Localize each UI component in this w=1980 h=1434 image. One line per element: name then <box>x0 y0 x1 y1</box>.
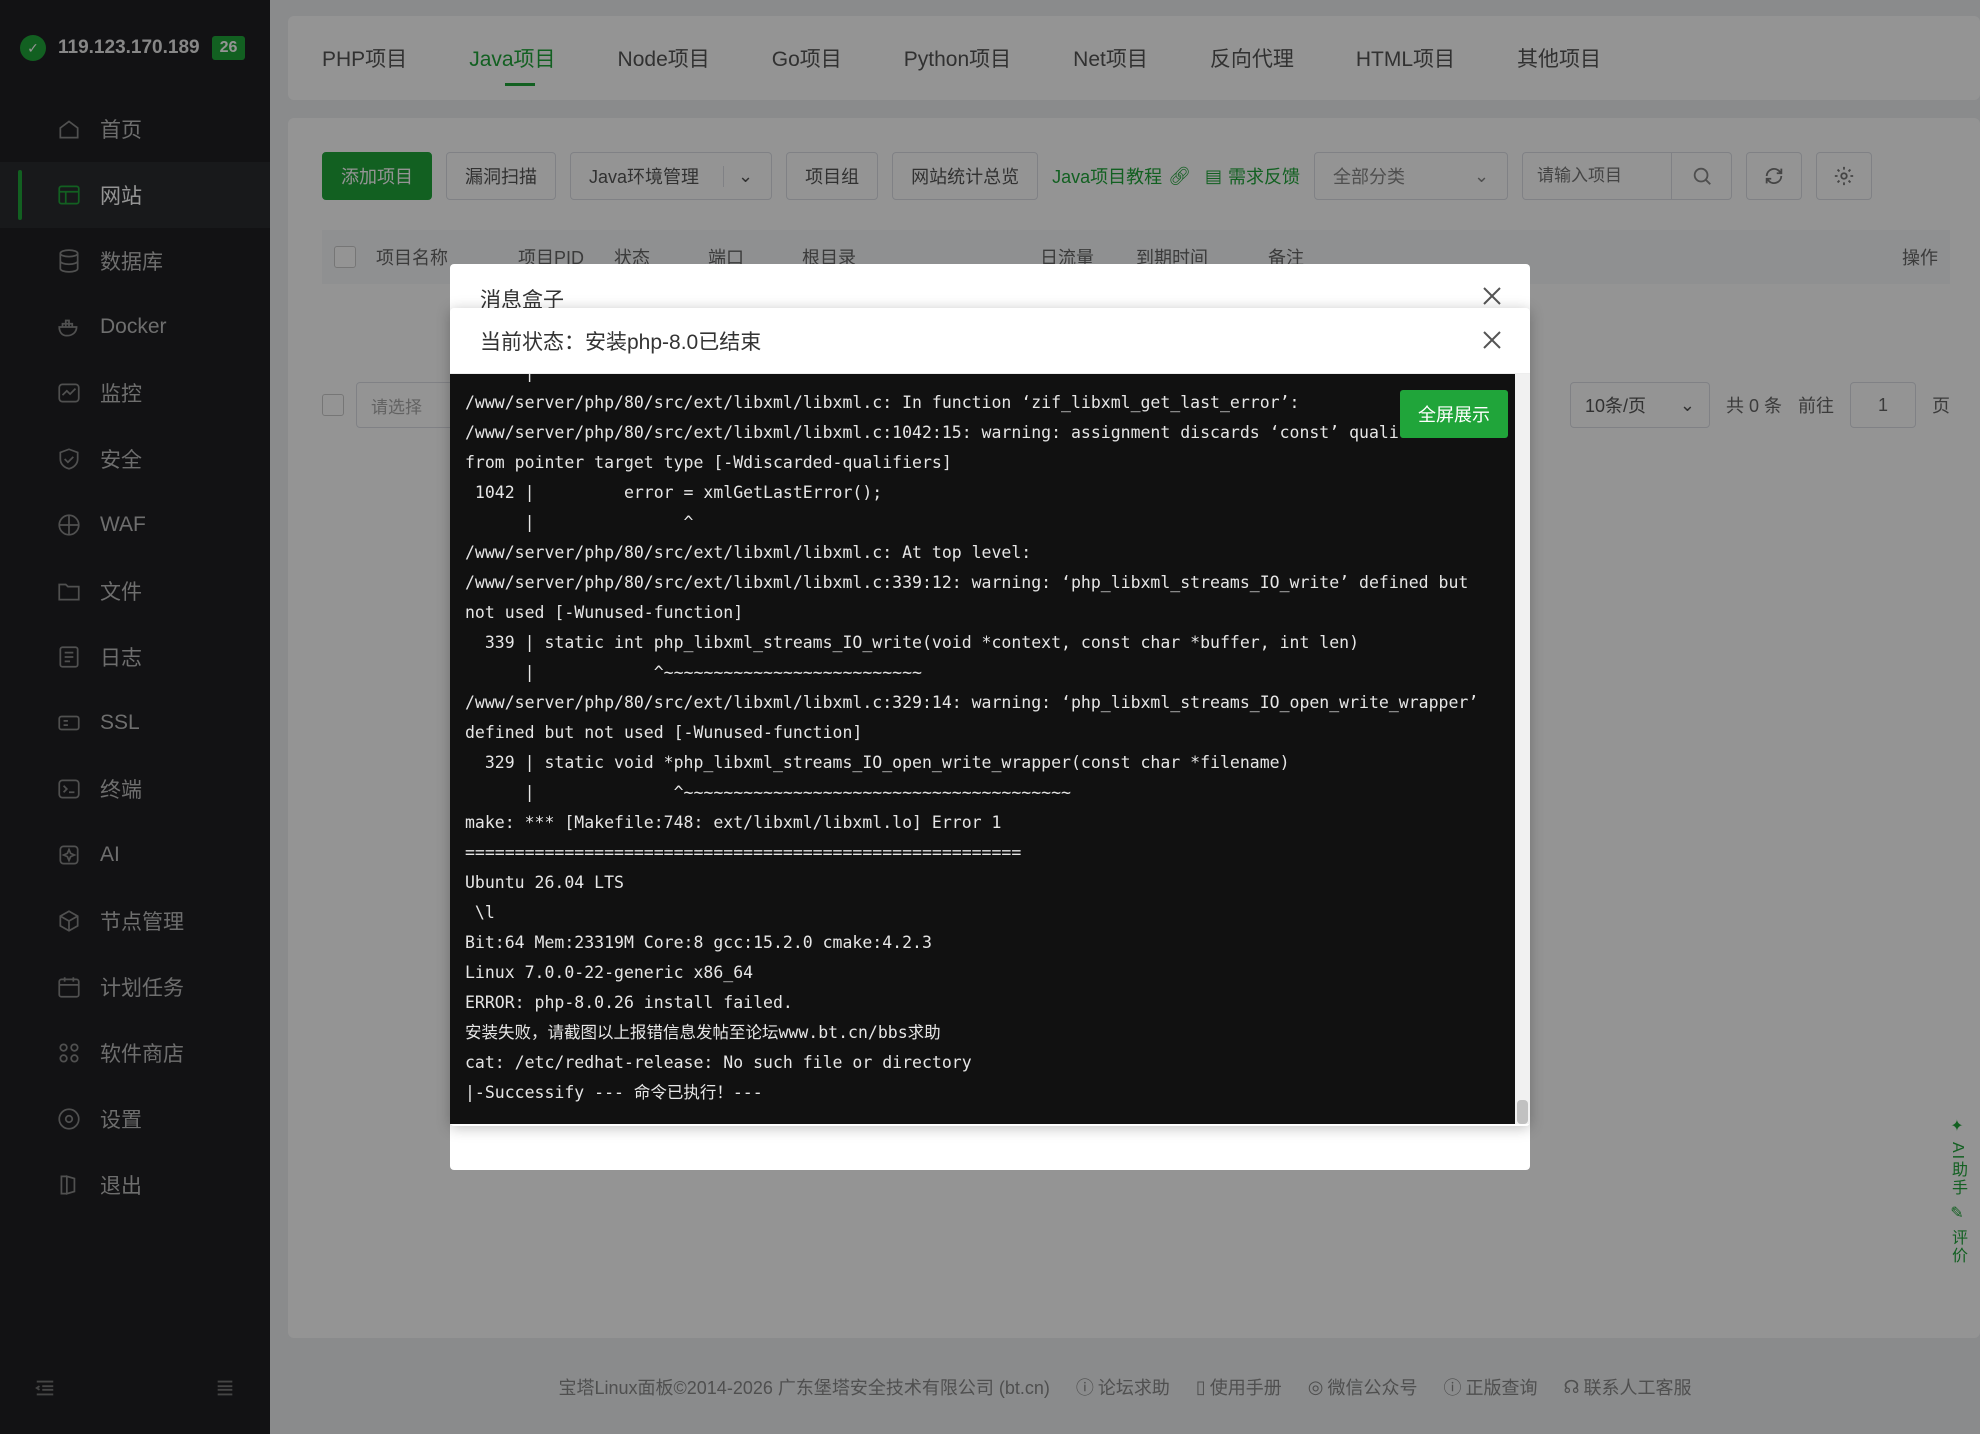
log-line: ========================================… <box>465 843 1022 862</box>
dialog-title: 当前状态：安装php-8.0已结束 <box>450 308 1530 374</box>
log-line: cat: /etc/redhat-release: No such file o… <box>465 1053 972 1072</box>
terminal-scrollbar[interactable] <box>1515 374 1530 1124</box>
scrollbar-thumb[interactable] <box>1517 1100 1528 1124</box>
log-line: /www/server/php/80/src/ext/libxml/libxml… <box>465 573 1469 592</box>
fullscreen-button[interactable]: 全屏展示 <box>1400 390 1508 438</box>
log-line: |-Successify --- 命令已执行！--- <box>465 1083 763 1102</box>
log-line: not used [-Wunused-function] <box>465 603 744 622</box>
log-line: Linux 7.0.0-22-generic x86_64 <box>465 963 754 982</box>
log-line: /www/server/php/80/src/ext/libxml/libxml… <box>465 393 1300 412</box>
log-line: Ubuntu 26.04 LTS <box>465 873 624 892</box>
log-line: defined but not used [-Wunused-function] <box>465 723 863 742</box>
log-line: 329 | static void *php_libxml_streams_IO… <box>465 753 1290 772</box>
close-icon[interactable] <box>1480 328 1504 357</box>
log-line: /www/server/php/80/src/ext/libxml/libxml… <box>465 543 1032 562</box>
log-line: 339 | static int php_libxml_streams_IO_w… <box>465 633 1360 652</box>
install-status-dialog: 当前状态：安装php-8.0已结束 | ^~~~~~~~~~~~~~~~~~~~… <box>450 308 1530 1126</box>
log-line: from pointer target type [-Wdiscarded-qu… <box>465 453 952 472</box>
log-line: ERROR: php-8.0.26 install failed. <box>465 993 793 1012</box>
log-line: make: *** [Makefile:748: ext/libxml/libx… <box>465 813 1002 832</box>
log-line: /www/server/php/80/src/ext/libxml/libxml… <box>465 423 1439 442</box>
log-line: 安装失败，请截图以上报错信息发帖至论坛www.bt.cn/bbs求助 <box>465 1023 941 1042</box>
log-line: Bit:64 Mem:23319M Core:8 gcc:15.2.0 cmak… <box>465 933 932 952</box>
log-line: 1042 | error = xmlGetLastError(); <box>465 483 883 502</box>
install-log-terminal[interactable]: | ^~~~~~~~~~~~~~~~~~~~~~~~~~~~~~~~ /www/s… <box>450 374 1515 1124</box>
log-line: \l <box>465 903 495 922</box>
log-line: | ^~~~~~~~~~~~~~~~~~~~~~~~~~~ <box>465 663 922 682</box>
log-line: /www/server/php/80/src/ext/libxml/libxml… <box>465 693 1479 712</box>
log-line: | ^~~~~~~~~~~~~~~~~~~~~~~~~~~~~~~~ <box>465 374 1515 388</box>
log-line: | ^ <box>465 513 694 532</box>
log-line: | ^~~~~~~~~~~~~~~~~~~~~~~~~~~~~~~~~~~~~~… <box>465 783 1071 802</box>
